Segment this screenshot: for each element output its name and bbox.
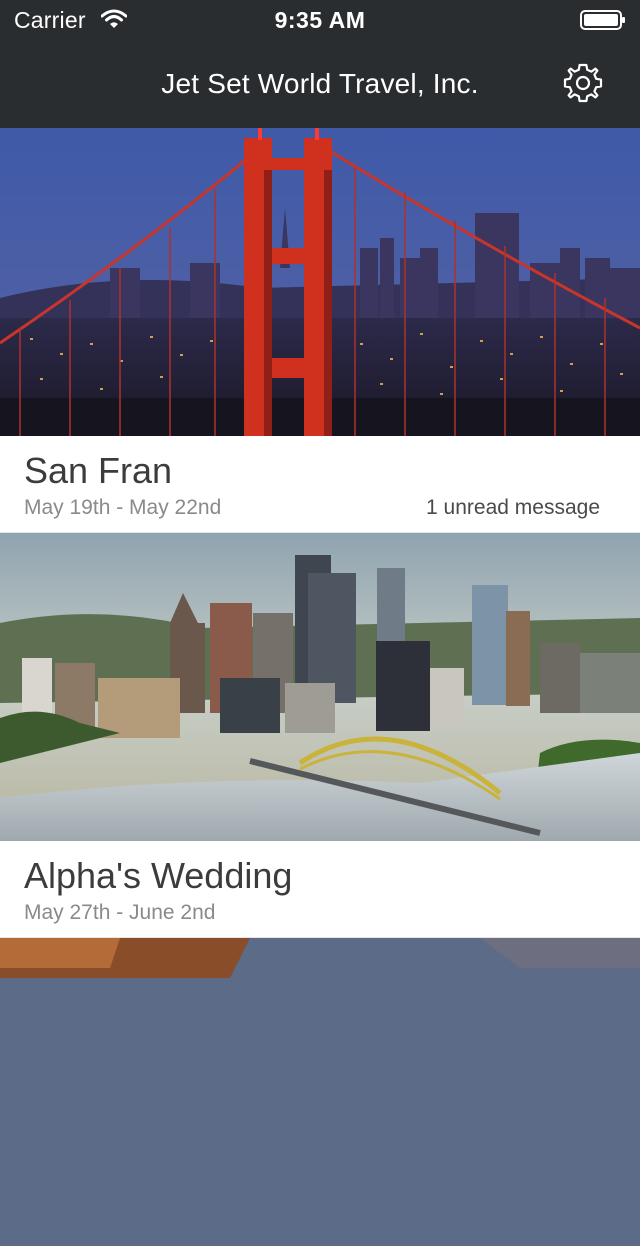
trip-card-canyon[interactable] [0,938,640,1246]
trip-title: San Fran [24,450,173,491]
trip-image-pittsburgh [0,533,640,841]
trip-card-san-fran[interactable]: San Fran May 19th - May 22nd 1 unread me… [0,128,640,533]
trip-dates: May 27th - June 2nd [24,901,216,924]
nav-title: Jet Set World Travel, Inc. [161,68,479,99]
trip-list: San Fran May 19th - May 22nd 1 unread me… [0,128,640,1246]
trip-info: Alpha's Wedding May 27th - June 2nd [0,841,640,938]
trip-title: Alpha's Wedding [24,855,293,896]
trip-image-canyon [0,938,640,1246]
battery-icon [580,10,625,30]
trip-image-golden-gate [0,128,640,436]
gear-icon[interactable] [562,62,604,104]
unread-count: 1 unread message [426,496,600,519]
trip-dates: May 19th - May 22nd [24,496,222,519]
status-bar: Carrier 9:35 AM [0,0,640,40]
navigation-bar: Carrier 9:35 AM Jet Set World Travel, In… [0,0,640,128]
trip-card-alphas-wedding[interactable]: Alpha's Wedding May 27th - June 2nd [0,533,640,938]
trip-info: San Fran May 19th - May 22nd 1 unread me… [0,436,640,533]
status-time: 9:35 AM [274,7,366,33]
